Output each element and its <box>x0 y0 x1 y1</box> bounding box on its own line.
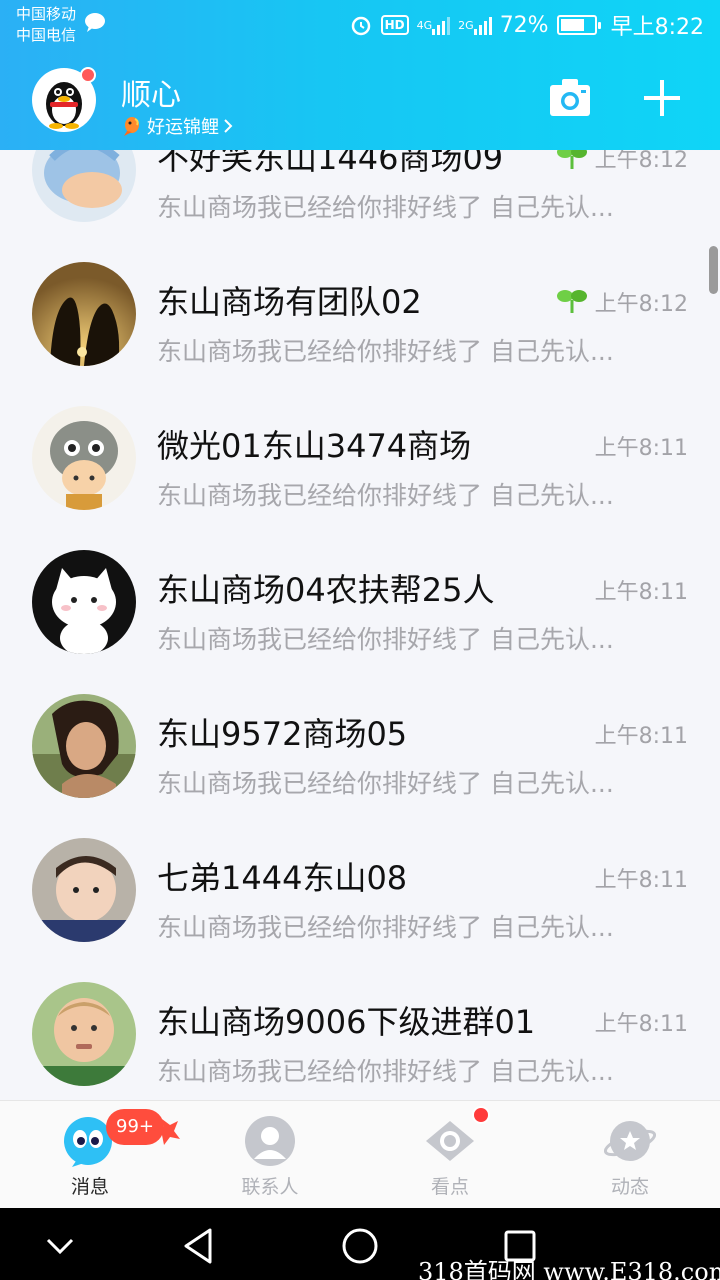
home-icon[interactable] <box>340 1226 380 1266</box>
conversation-time: 上午8:11 <box>594 1012 688 1037</box>
tab-contacts[interactable]: 联系人 <box>180 1101 360 1209</box>
koi-fish-icon <box>124 117 139 136</box>
conversation-name: 东山商场有团队02 <box>157 283 422 321</box>
planet-icon <box>604 1121 656 1161</box>
status-subtitle[interactable]: 好运锦鲤 <box>121 113 233 139</box>
net-type-label: 4G <box>416 18 433 32</box>
conversation-time: 上午8:11 <box>594 580 688 605</box>
contact-avatar <box>32 694 136 798</box>
net-type-label: 2G <box>458 18 474 32</box>
alarm-icon <box>351 16 370 36</box>
watermark: 318首码网 www.E318.com <box>418 1258 720 1280</box>
conversation-preview: 东山商场我已经给你排好线了 自己先认... <box>157 337 614 366</box>
tab-label: 联系人 <box>241 1176 299 1198</box>
account-name[interactable]: 顺心 <box>121 70 181 114</box>
carrier-primary: 中国移动 <box>16 5 77 23</box>
discover-badge-dot <box>472 1106 490 1124</box>
contacts-icon <box>245 1116 295 1166</box>
signal-bars-icon <box>432 15 451 35</box>
conversation-item[interactable]: 七弟1444东山08 上午8:11 东山商场我已经给你排好线了 自己先认... <box>0 808 720 952</box>
chat-bubble-icon <box>85 13 105 32</box>
app-header: 中国移动 中国电信 HD 4G 2G 72% 早上8:22 顺心 好运锦鲤 <box>0 0 720 150</box>
conversation-name: 东山商场9006下级进群01 <box>157 1003 536 1041</box>
tab-messages[interactable]: 99+ 消息 <box>0 1101 180 1209</box>
contact-avatar <box>32 982 136 1086</box>
clock: 早上8:22 <box>610 15 704 40</box>
badge-splash-icon <box>154 1119 180 1145</box>
tab-label: 看点 <box>430 1176 469 1198</box>
tab-label: 动态 <box>610 1176 649 1198</box>
conversation-time: 上午8:11 <box>594 436 688 461</box>
chevron-right-icon <box>224 119 233 133</box>
back-icon[interactable] <box>180 1226 220 1266</box>
add-icon[interactable] <box>642 78 682 118</box>
contact-avatar <box>32 838 136 942</box>
conversation-name: 东山9572商场05 <box>157 715 408 753</box>
hd-badge: HD <box>380 15 409 35</box>
status-indicators: HD 4G 2G 72% 早上8:22 <box>349 10 704 40</box>
conversation-item[interactable]: 东山商场有团队02 上午8:12 东山商场我已经给你排好线了 自己先认... <box>0 232 720 376</box>
subtitle-label: 好运锦鲤 <box>147 117 219 138</box>
contact-avatar <box>32 550 136 654</box>
conversation-time: 上午8:11 <box>594 724 688 749</box>
contact-avatar <box>32 262 136 366</box>
tab-moments[interactable]: 动态 <box>540 1101 720 1209</box>
signal-bars-icon <box>473 15 492 35</box>
battery-icon <box>556 15 601 35</box>
signal-2g: 2G <box>458 15 492 35</box>
bottom-tab-bar: 99+ 消息 联系人 看点 动态 <box>0 1100 720 1208</box>
conversation-preview: 东山商场我已经给你排好线了 自己先认... <box>157 1057 614 1086</box>
signal-4g: 4G <box>417 15 451 35</box>
conversation-preview: 东山商场我已经给你排好线了 自己先认... <box>157 913 614 942</box>
conversation-name: 七弟1444东山08 <box>157 859 408 897</box>
conversation-name: 东山商场04农扶帮25人 <box>157 571 495 609</box>
conversation-item[interactable]: 东山商场04农扶帮25人 上午8:11 东山商场我已经给你排好线了 自己先认..… <box>0 520 720 664</box>
conversation-item[interactable]: 微光01东山3474商场 上午8:11 东山商场我已经给你排好线了 自己先认..… <box>0 376 720 520</box>
sprout-icon <box>557 290 587 313</box>
carrier-secondary: 中国电信 <box>16 26 77 44</box>
conversation-item[interactable]: 东山商场9006下级进群01 上午8:11 东山商场我已经给你排好线了 自己先认… <box>0 952 720 1096</box>
conversation-time: 上午8:12 <box>594 292 688 317</box>
carrier-info: 中国移动 中国电信 <box>16 4 76 46</box>
conversation-time: 上午8:11 <box>594 868 688 893</box>
conversation-name: 微光01东山3474商场 <box>157 427 472 465</box>
conversation-item[interactable]: 东山9572商场05 上午8:11 东山商场我已经给你排好线了 自己先认... <box>0 664 720 808</box>
conversation-preview: 东山商场我已经给你排好线了 自己先认... <box>157 769 614 798</box>
tab-discover[interactable]: 看点 <box>360 1101 540 1209</box>
conversation-preview: 东山商场我已经给你排好线了 自己先认... <box>157 193 614 222</box>
scrollbar[interactable] <box>709 246 718 294</box>
battery-percent: 72% <box>499 12 549 38</box>
status-bar: 中国移动 中国电信 HD 4G 2G 72% 早上8:22 <box>0 0 720 50</box>
conversation-list[interactable]: 不好笑东山1446商场09 上午8:12 东山商场我已经给你排好线了 自己先认.… <box>0 0 720 1100</box>
conversation-preview: 东山商场我已经给你排好线了 自己先认... <box>157 481 614 510</box>
camera-icon[interactable] <box>548 76 592 118</box>
contact-avatar <box>32 406 136 510</box>
conversation-preview: 东山商场我已经给你排好线了 自己先认... <box>157 625 614 654</box>
chevron-down-icon[interactable] <box>40 1226 80 1266</box>
eye-icon <box>426 1121 474 1161</box>
notification-dot <box>80 67 96 83</box>
tab-label: 消息 <box>70 1176 109 1198</box>
